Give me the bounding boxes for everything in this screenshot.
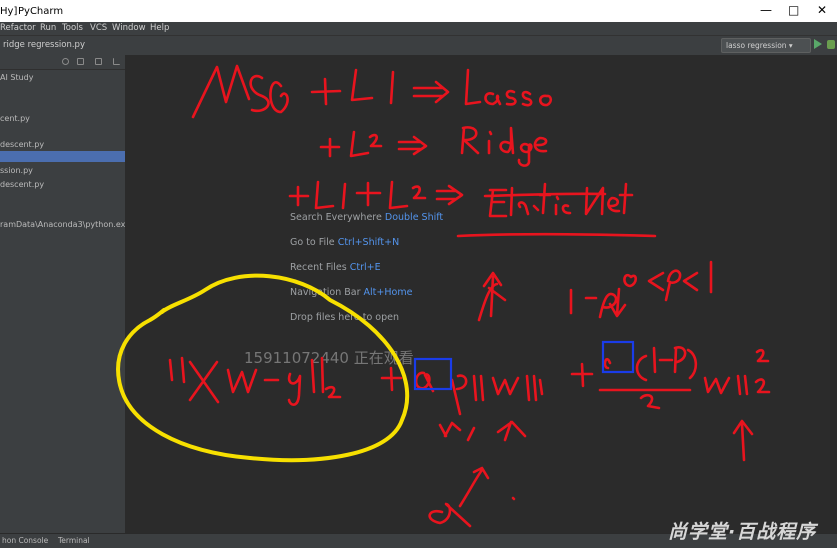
ink-arrow: [397, 135, 428, 156]
ink-dot: [511, 496, 516, 501]
ink-l2: [349, 130, 383, 158]
ink-arrow-up: [496, 420, 527, 442]
ink-plus: [355, 181, 382, 207]
ink-constraint: [623, 260, 713, 302]
ink-l2: [388, 180, 427, 210]
terminal-tab[interactable]: Terminal: [58, 536, 90, 545]
ink-one-minus-rho: [569, 287, 627, 319]
handwritten-ink: [116, 64, 771, 528]
ink-elasticnet: [483, 182, 634, 218]
ink-alpha: [428, 466, 490, 528]
brand-watermark: 尚学堂·百战程序: [668, 521, 817, 543]
ink-formula: [168, 356, 435, 406]
ink-l1: [314, 180, 347, 210]
ink-formula: [450, 374, 544, 416]
ink-ridge: [460, 126, 548, 167]
ink-arrow: [412, 80, 450, 104]
ink-mse: [191, 64, 289, 119]
ink-underline: [456, 232, 657, 238]
ink-plus: [310, 77, 342, 106]
ink-formula: [570, 346, 771, 410]
ink-l1: [350, 68, 395, 105]
python-console-tab[interactable]: hon Console: [2, 536, 48, 545]
ink-arrow-up: [732, 419, 754, 462]
ink-plus: [288, 185, 310, 207]
ink-plus: [319, 137, 341, 158]
ink-arrow: [435, 184, 464, 206]
ink-lasso: [464, 68, 553, 107]
ink-circle: [116, 273, 410, 463]
ink-alpha: [438, 421, 476, 442]
